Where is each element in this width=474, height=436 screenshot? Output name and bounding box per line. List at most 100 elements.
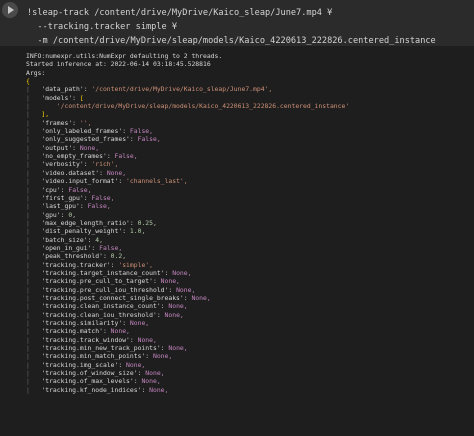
indent-guide: | xyxy=(26,302,42,311)
arg-line: | 'verbosity': 'rich', xyxy=(26,160,119,169)
arg-value: 0, xyxy=(68,210,77,219)
arg-value: False, xyxy=(87,202,111,211)
indent-guide: | xyxy=(26,319,42,327)
output-text: INFO:numexpr.utils:NumExpr defaulting to… xyxy=(26,52,349,394)
arg-key: 'only_suggested_frames' xyxy=(41,135,130,144)
indent-guide: | xyxy=(26,185,42,194)
arg-key: 'max_edge_length_ratio' xyxy=(41,218,130,227)
arg-value: 1.0, xyxy=(129,227,146,236)
indent-guide: | xyxy=(26,235,42,244)
arg-key: 'output' xyxy=(41,143,73,152)
arg-value: '', xyxy=(79,118,92,127)
indent-guide: | xyxy=(26,277,42,286)
arg-line: | 'tracking.of_max_levels': None, xyxy=(26,377,161,386)
indent-guide: | xyxy=(26,352,42,361)
arg-line: | 'only_suggested_frames': False, xyxy=(26,135,161,144)
indent-guide: | xyxy=(26,310,42,319)
arg-value: None, xyxy=(191,293,211,302)
arg-value: False, xyxy=(114,152,138,161)
arg-key: 'tracking.of_window_size' xyxy=(41,369,138,378)
open-brace: { xyxy=(26,77,30,86)
arg-value: 4, xyxy=(95,235,103,244)
arg-key: 'tracking.clean_iou_threshold' xyxy=(41,310,157,319)
arg-line: | 'last_gpu': False, xyxy=(26,202,111,211)
indent-guide: | xyxy=(26,335,42,344)
arg-key: 'verbosity' xyxy=(41,160,84,169)
arg-line: | 'peak_threshold': 0.2, xyxy=(26,252,127,261)
arg-value: None, xyxy=(160,277,180,286)
arg-key: 'tracking.post_connect_single_breaks' xyxy=(41,293,184,302)
arg-key: 'tracking.min_match_points' xyxy=(41,352,146,361)
arg-key: 'tracking.target_instance_count' xyxy=(41,268,165,277)
arg-line: | 'batch_size': 4, xyxy=(26,235,103,244)
arg-key: 'tracking.of_max_levels' xyxy=(41,377,134,386)
indent-guide: | xyxy=(26,202,42,211)
arg-key: 'open_in_gui' xyxy=(41,243,92,252)
indent-guide: | xyxy=(26,327,42,336)
arg-key: 'peak_threshold' xyxy=(41,252,103,261)
arg-key: 'tracking.min_new_track_points' xyxy=(41,344,161,353)
notebook-page: !sleap-track /content/drive/MyDrive/Kaic… xyxy=(0,0,474,436)
indent-guide: | xyxy=(26,160,42,169)
arg-line: | 'no_empty_frames': False, xyxy=(26,152,138,161)
arg-key: 'tracking.pre_cull_iou_threshold' xyxy=(41,285,169,294)
arg-value: None, xyxy=(145,369,165,378)
arg-line: | 'tracking.similarity': None, xyxy=(26,319,150,327)
arg-line: | 'tracking.min_match_points': None, xyxy=(26,352,173,361)
info-line: INFO:numexpr.utils:NumExpr defaulting to… xyxy=(26,52,223,60)
arg-line: | 'tracking.img_scale': None, xyxy=(26,360,146,369)
indent-guide: | xyxy=(26,210,42,219)
arg-key: 'cpu' xyxy=(41,185,61,194)
indent-guide: | xyxy=(26,243,42,252)
arg-value: False, xyxy=(91,193,115,202)
arg-key: 'frames' xyxy=(41,118,73,127)
indent-guide: | xyxy=(26,227,42,236)
code-editor[interactable]: !sleap-track /content/drive/MyDrive/Kaic… xyxy=(27,6,436,48)
arg-line: | 'tracking.pre_cull_to_target': None, xyxy=(26,277,180,286)
arg-value: None, xyxy=(110,327,130,336)
indent-guide: | xyxy=(26,252,42,261)
arg-line: | 'tracking.match': None, xyxy=(26,327,130,336)
arg-line: | 'tracking.tracker': 'simple', xyxy=(26,260,153,269)
code-line: -m /content/drive/MyDrive/sleap/models/K… xyxy=(27,36,436,46)
indent-guide: | xyxy=(26,102,42,111)
arg-key: 'video.dataset' xyxy=(41,168,100,177)
code-line: !sleap-track /content/drive/MyDrive/Kaic… xyxy=(27,8,333,18)
arg-value: 0.2, xyxy=(110,252,127,261)
arg-line: | 'tracking.clean_iou_threshold': None, xyxy=(26,310,184,319)
arg-line: | 'tracking.of_window_size': None, xyxy=(26,369,165,378)
indent-guide: | xyxy=(26,360,42,369)
arg-line: | 'data_path': '/content/drive/MyDrive/K… xyxy=(26,85,273,94)
arg-key: '/content/drive/MyDrive/sleap/models/Kai… xyxy=(41,102,350,111)
arg-value: False, xyxy=(68,185,92,194)
indent-guide: | xyxy=(26,127,42,136)
arg-key: 'tracking.similarity' xyxy=(41,319,123,327)
arg-line: | 'tracking.clean_instance_count': None, xyxy=(26,302,188,311)
arg-line: | 'first_gpu': False, xyxy=(26,193,115,202)
arg-line: | 'tracking.kf_node_indices': None, xyxy=(26,385,169,394)
indent-guide: | xyxy=(26,268,42,277)
arg-value: 'channels_last', xyxy=(126,177,188,186)
arg-value: None, xyxy=(176,285,196,294)
arg-key: 'data_path' xyxy=(41,85,84,94)
indent-guide: | xyxy=(26,152,42,161)
arg-value: None, xyxy=(106,168,127,177)
arg-value: 'simple', xyxy=(118,260,153,269)
arg-key: 'tracking.track_window' xyxy=(41,335,130,344)
arg-key: 'tracking.kf_node_indices' xyxy=(41,385,142,394)
arg-line: | ], xyxy=(26,110,49,118)
arg-value: None, xyxy=(168,302,188,311)
indent-guide: | xyxy=(26,377,42,386)
run-cell-button[interactable] xyxy=(2,2,18,18)
arg-key: 'tracking.tracker' xyxy=(41,260,111,269)
arg-line: | 'only_labeled_frames': False, xyxy=(26,127,153,136)
indent-guide: | xyxy=(26,344,42,353)
code-cell[interactable]: !sleap-track /content/drive/MyDrive/Kaic… xyxy=(0,0,474,46)
arg-key: 'models' xyxy=(41,93,73,102)
indent-guide: | xyxy=(26,135,42,144)
arg-key: 'tracking.pre_cull_to_target' xyxy=(41,277,153,286)
indent-guide: | xyxy=(26,85,42,94)
arg-value: None, xyxy=(126,360,146,369)
arg-line: | 'models': [ xyxy=(26,93,84,102)
arg-line: | 'cpu': False, xyxy=(26,185,92,194)
